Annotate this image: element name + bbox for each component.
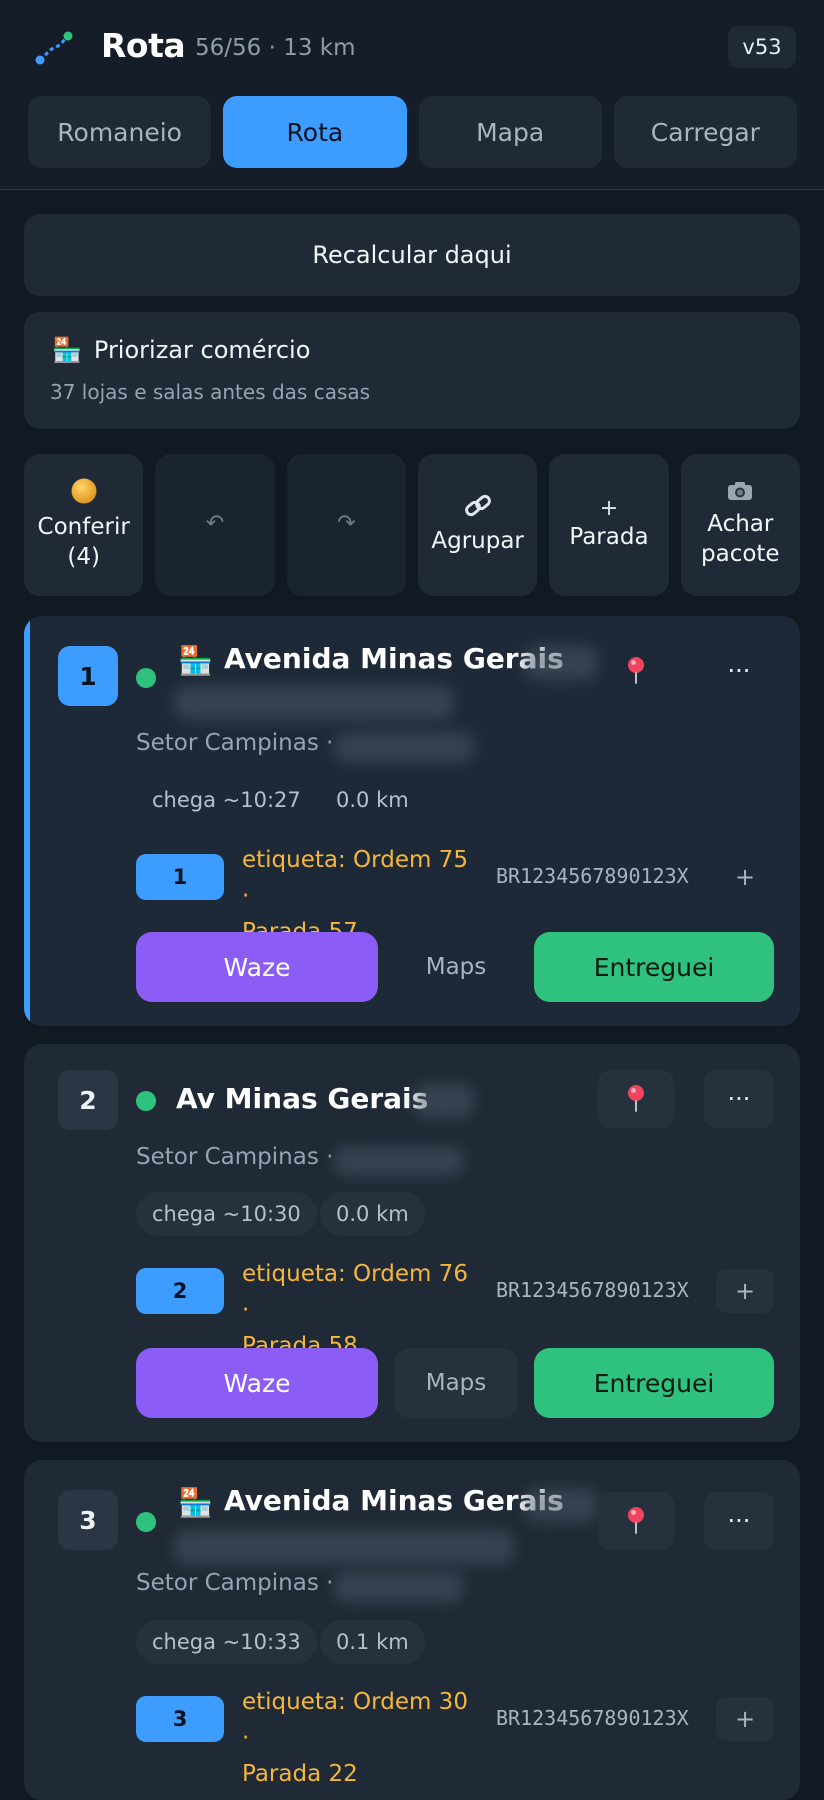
route-summary: 56/56 · 13 km (195, 35, 356, 61)
find-package-button[interactable]: Achar pacote (680, 454, 800, 596)
check-button[interactable]: Conferir (4) (24, 454, 144, 596)
tab-carregar[interactable]: Carregar (613, 96, 797, 168)
shop-24h-icon: 🏪 (52, 336, 82, 364)
status-dot (136, 1512, 156, 1532)
undo-button[interactable]: ↶ (155, 454, 275, 596)
redacted-cep (334, 1572, 464, 1602)
label-text: etiqueta: Ordem 30 · Parada 22 (242, 1684, 482, 1792)
app-title: Rota (101, 26, 186, 65)
stop-sector: Setor Campinas · (136, 1570, 334, 1596)
waze-button[interactable]: Waze (136, 1348, 378, 1418)
redacted-address-detail (174, 1530, 514, 1564)
tracking-code: BR1234567890123X (496, 1278, 689, 1302)
delivered-button[interactable]: Entreguei (534, 932, 774, 1002)
camera-icon (726, 480, 754, 508)
delivered-button[interactable]: Entreguei (534, 1348, 774, 1418)
find-label: Achar (707, 511, 774, 538)
stop-number: 3 (58, 1490, 118, 1550)
shop-24h-icon: 🏪 (178, 644, 213, 677)
pin-icon (628, 1085, 644, 1112)
package-badge[interactable]: 1 (136, 854, 224, 900)
tab-mapa[interactable]: Mapa (418, 96, 602, 168)
tab-bar: Romaneio Rota Mapa Carregar (28, 96, 797, 168)
stop-number: 1 (58, 646, 118, 706)
redacted-address-detail (174, 686, 454, 720)
eta-chip: chega ~10:27 (152, 788, 301, 812)
maps-button[interactable]: Maps (394, 932, 518, 1002)
tab-rota[interactable]: Rota (223, 96, 407, 168)
more-button[interactable]: ··· (704, 1070, 774, 1128)
eta-chip: chega ~10:33 (136, 1620, 317, 1664)
plus-icon: + (599, 495, 619, 521)
status-dot (136, 1091, 156, 1111)
shop-24h-icon: 🏪 (178, 1486, 213, 1519)
redo-icon: ↷ (337, 510, 356, 536)
status-dot (136, 668, 156, 688)
more-button[interactable]: ··· (704, 642, 774, 700)
stop-number: 2 (58, 1070, 118, 1130)
stop-sector: Setor Campinas · (136, 730, 334, 756)
distance-chip: 0.0 km (336, 788, 409, 812)
tracking-code: BR1234567890123X (496, 1706, 689, 1730)
stop-card-2[interactable]: 2 Av Minas Gerais ··· Setor Campinas · c… (24, 1044, 800, 1442)
find-label-2: pacote (701, 541, 780, 568)
redacted-number (524, 646, 598, 680)
add-package-button[interactable]: + (716, 855, 774, 899)
version-badge[interactable]: v53 (728, 26, 796, 68)
group-label: Agrupar (431, 528, 524, 555)
add-package-button[interactable]: + (716, 1697, 774, 1741)
tools-row: Conferir (4) ↶ ↷ Agrupar + Parada Achar … (24, 454, 800, 596)
distance-chip: 0.0 km (320, 1192, 425, 1236)
stop-card-3[interactable]: 3 🏪 Avenida Minas Gerais ··· Setor Campi… (24, 1460, 800, 1800)
add-stop-label: Parada (569, 524, 649, 551)
redo-button[interactable]: ↷ (286, 454, 406, 596)
pin-icon (628, 657, 644, 684)
pin-button[interactable] (598, 642, 674, 700)
pin-button[interactable] (598, 1070, 674, 1128)
add-stop-button[interactable]: + Parada (549, 454, 669, 596)
stop-address: Avenida Minas Gerais (224, 1484, 564, 1517)
pin-button[interactable] (598, 1492, 674, 1550)
stop-address: Avenida Minas Gerais (224, 642, 564, 675)
prioritize-title-row: 🏪 Priorizar comércio (52, 336, 310, 364)
stop-sector: Setor Campinas · (136, 1144, 334, 1170)
redacted-cep (334, 732, 474, 762)
prioritize-title: Priorizar comércio (93, 336, 311, 364)
label-order: etiqueta: Ordem 76 · (242, 1261, 468, 1323)
link-icon (464, 493, 492, 525)
check-count: (4) (67, 544, 100, 571)
redacted-number (414, 1084, 474, 1118)
recalculate-button[interactable]: Recalcular daqui (24, 214, 800, 296)
check-label: Conferir (37, 514, 130, 541)
more-button[interactable]: ··· (704, 1492, 774, 1550)
package-badge[interactable]: 2 (136, 1268, 224, 1314)
distance-chip: 0.1 km (320, 1620, 425, 1664)
label-stop: Parada 22 (242, 1761, 358, 1787)
pin-icon (628, 1507, 644, 1534)
route-logo-icon (35, 31, 73, 65)
orange-circle-icon (70, 477, 98, 511)
maps-button[interactable]: Maps (394, 1348, 518, 1418)
tracking-code: BR1234567890123X (496, 864, 689, 888)
undo-icon: ↶ (205, 510, 225, 536)
stop-address: Av Minas Gerais (176, 1082, 429, 1115)
stop-card-1[interactable]: 1 🏪 Avenida Minas Gerais ··· Setor Campi… (24, 616, 800, 1026)
redacted-cep (334, 1146, 464, 1176)
package-badge[interactable]: 3 (136, 1696, 224, 1742)
tab-romaneio[interactable]: Romaneio (28, 96, 212, 168)
label-order: etiqueta: Ordem 30 · (242, 1689, 468, 1751)
group-button[interactable]: Agrupar (417, 454, 538, 596)
prioritize-commerce-toggle[interactable]: 🏪 Priorizar comércio 37 lojas e salas an… (24, 312, 800, 429)
add-package-button[interactable]: + (716, 1269, 774, 1313)
waze-button[interactable]: Waze (136, 932, 378, 1002)
label-order: etiqueta: Ordem 75 · (242, 847, 468, 909)
redacted-number (524, 1488, 598, 1522)
eta-chip: chega ~10:30 (136, 1192, 317, 1236)
top-bar: Rota 56/56 · 13 km v53 Romaneio Rota Map… (0, 0, 824, 190)
prioritize-subtitle: 37 lojas e salas antes das casas (50, 380, 371, 404)
